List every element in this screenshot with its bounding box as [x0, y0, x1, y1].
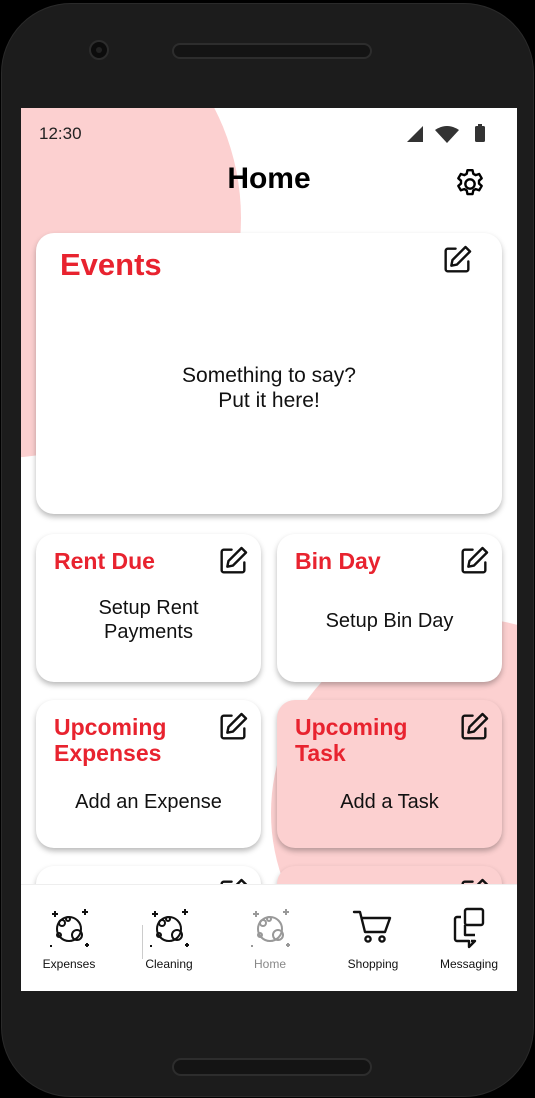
bottom-navigation: Expenses Cleaning Home Shopping Messagin… — [21, 884, 517, 991]
events-placeholder-line1: Something to say? — [182, 364, 356, 387]
events-placeholder-line2: Put it here! — [218, 389, 320, 413]
nav-label-messaging: Messaging — [439, 957, 499, 971]
edit-icon — [444, 245, 472, 273]
nav-label-cleaning: Cleaning — [145, 957, 193, 971]
battery-icon — [475, 124, 485, 142]
front-camera — [89, 40, 109, 60]
edit-icon — [220, 546, 248, 574]
status-time: 12:30 — [39, 124, 82, 143]
bin-day-setup-text[interactable]: Setup Bin Day — [277, 609, 502, 633]
upcoming-task-edit-button[interactable] — [457, 710, 491, 744]
bubbles-icon — [50, 909, 89, 947]
upcoming-task-card[interactable]: Upcoming Task Add a Task — [277, 700, 502, 848]
upcoming-expenses-card[interactable]: Upcoming Expenses Add an Expense — [36, 700, 261, 848]
events-edit-button[interactable] — [440, 243, 474, 277]
events-card[interactable]: Events Something to say? Put it here! — [36, 233, 502, 514]
upcoming-expenses-title-line1: Upcoming — [54, 714, 167, 740]
nav-item-shopping[interactable]: Shopping — [325, 903, 421, 983]
gear-icon — [457, 169, 483, 196]
nav-item-messaging[interactable]: Messaging — [421, 903, 517, 983]
rent-due-title: Rent Due — [54, 548, 155, 574]
upcoming-task-title-line2: Task — [295, 739, 346, 766]
nav-item-expenses[interactable]: Expenses — [21, 903, 117, 983]
app-screen: 12:30 Home Events Something to say? Put … — [21, 108, 517, 991]
bin-day-card[interactable]: Bin Day Setup Bin Day — [277, 534, 502, 682]
cellular-signal-icon — [407, 126, 423, 142]
messaging-icon — [453, 907, 485, 949]
edit-icon — [220, 712, 248, 740]
events-placeholder: Something to say? Put it here! — [36, 363, 502, 413]
upcoming-task-title-line1: Upcoming — [295, 714, 408, 740]
nav-item-cleaning[interactable]: Cleaning — [121, 903, 217, 983]
settings-button[interactable] — [452, 166, 488, 202]
add-task-text[interactable]: Add a Task — [277, 790, 502, 814]
page-title: Home — [227, 162, 311, 195]
events-title: Events — [60, 247, 162, 282]
upcoming-task-title: Upcoming Task — [295, 714, 407, 766]
rent-due-edit-button[interactable] — [216, 544, 250, 578]
bin-day-edit-button[interactable] — [457, 544, 491, 578]
wifi-icon — [435, 126, 459, 143]
rent-due-setup-text[interactable]: Setup Rent Payments — [36, 596, 261, 644]
upcoming-expenses-edit-button[interactable] — [216, 710, 250, 744]
upcoming-expenses-title-line2: Expenses — [54, 739, 162, 766]
nav-label-expenses: Expenses — [42, 957, 96, 971]
nav-item-home[interactable]: Home — [222, 903, 318, 983]
phone-frame: 12:30 Home Events Something to say? Put … — [0, 0, 535, 1098]
rent-due-card[interactable]: Rent Due Setup Rent Payments — [36, 534, 261, 682]
nav-label-shopping: Shopping — [347, 957, 399, 971]
cart-icon — [352, 910, 392, 943]
add-expense-text[interactable]: Add an Expense — [36, 790, 261, 814]
rent-due-setup-line1: Setup Rent — [98, 597, 199, 619]
edit-icon — [461, 712, 489, 740]
earpiece-speaker — [172, 43, 372, 59]
bubbles-icon — [150, 909, 189, 947]
bottom-speaker — [172, 1058, 372, 1076]
status-icons — [405, 124, 495, 144]
nav-label-home: Home — [253, 957, 286, 971]
rent-due-setup-line2: Payments — [104, 621, 193, 643]
bin-day-title: Bin Day — [295, 548, 381, 574]
bubbles-icon — [251, 909, 290, 947]
edit-icon — [461, 546, 489, 574]
upcoming-expenses-title: Upcoming Expenses — [54, 714, 166, 766]
